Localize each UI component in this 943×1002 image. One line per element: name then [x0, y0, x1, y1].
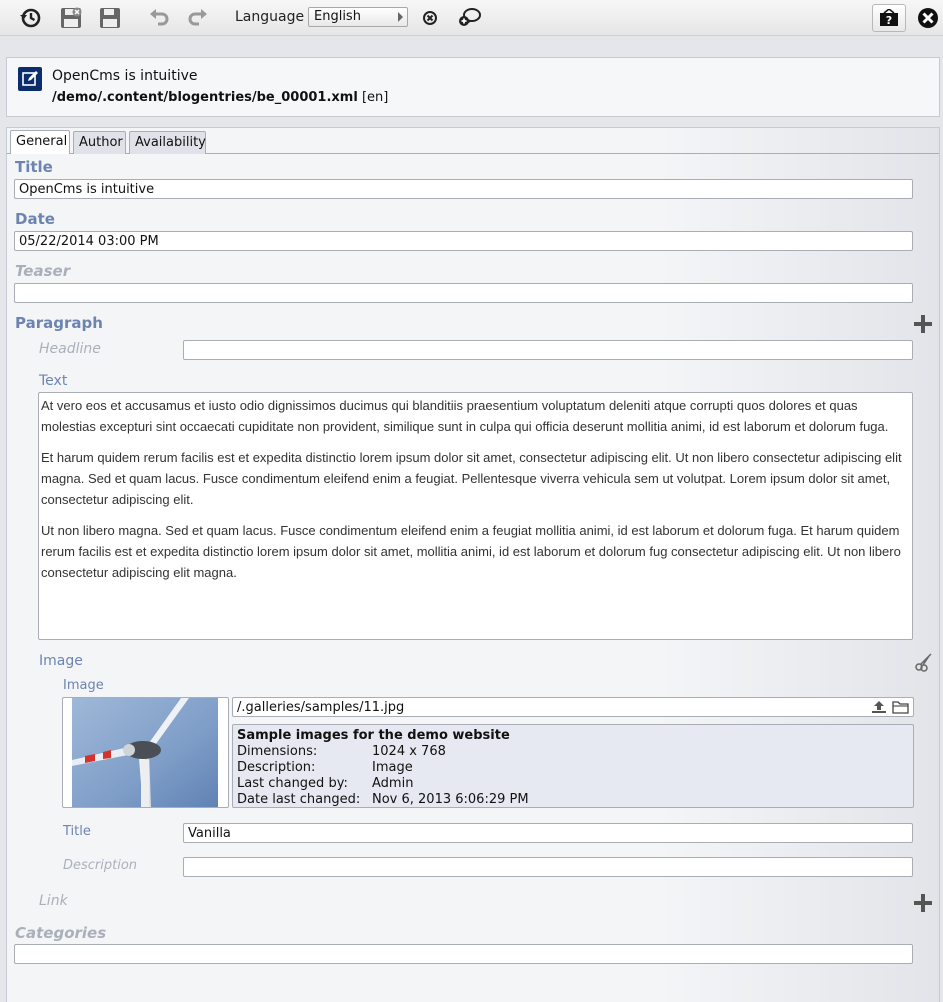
- image-info-heading: Sample images for the demo website: [237, 728, 510, 743]
- history-icon[interactable]: [17, 4, 45, 32]
- resource-path: /demo/.content/blogentries/be_00001.xml …: [52, 90, 388, 105]
- image-info-panel: Sample images for the demo website Dimen…: [232, 724, 914, 808]
- info-value: 1024 x 768: [372, 744, 446, 759]
- wind-turbine-image: [72, 698, 218, 807]
- add-paragraph-icon[interactable]: [914, 315, 932, 333]
- folder-icon[interactable]: [892, 700, 909, 718]
- image-group-label: Image: [39, 653, 83, 669]
- info-value: Image: [372, 760, 413, 775]
- help-button[interactable]: ?: [872, 4, 906, 32]
- image-description-input[interactable]: [183, 857, 913, 877]
- resource-path-value: /demo/.content/blogentries/be_00001.xml: [52, 90, 358, 105]
- chevron-right-icon: [398, 12, 403, 22]
- text-editor[interactable]: At vero eos et accusamus et iusto odio d…: [38, 392, 913, 640]
- image-info-row: Dimensions: 1024 x 768: [237, 744, 909, 760]
- info-value: Nov 6, 2013 6:06:29 PM: [372, 792, 529, 807]
- resource-locale: [en]: [361, 90, 389, 105]
- close-icon[interactable]: [914, 4, 942, 32]
- title-label: Title: [15, 158, 53, 176]
- image-path-value: /.galleries/samples/11.jpg: [237, 700, 405, 715]
- headline-label: Headline: [39, 341, 101, 357]
- info-key: Description:: [237, 760, 316, 775]
- svg-text:?: ?: [886, 14, 892, 27]
- resource-title: OpenCms is intuitive: [52, 68, 198, 84]
- paragraph-label: Paragraph: [15, 314, 103, 332]
- image-info-row: Description: Image: [237, 760, 909, 776]
- image-thumbnail[interactable]: [62, 697, 229, 808]
- cut-icon[interactable]: [914, 652, 934, 676]
- image-title-label: Title: [63, 824, 91, 839]
- tab-availability[interactable]: Availability: [129, 131, 206, 154]
- title-input[interactable]: OpenCms is intuitive: [14, 179, 913, 199]
- link-label: Link: [39, 893, 68, 909]
- text-paragraph: Ut non libero magna. Sed et quam lacus. …: [41, 523, 901, 580]
- save-exit-icon[interactable]: [57, 4, 85, 32]
- info-key: Dimensions:: [237, 744, 318, 759]
- copy-locale-icon[interactable]: [455, 4, 483, 32]
- text-paragraph: At vero eos et accusamus et iusto odio d…: [41, 398, 889, 434]
- add-link-icon[interactable]: [914, 894, 932, 912]
- text-paragraph: Et harum quidem rerum facilis est et exp…: [41, 450, 902, 507]
- language-select[interactable]: English: [308, 7, 408, 27]
- image-description-label: Description: [63, 858, 138, 873]
- tab-general[interactable]: General: [10, 130, 70, 154]
- content-editor: General Author Availability Title OpenCm…: [6, 127, 940, 1002]
- teaser-label: Teaser: [15, 262, 71, 280]
- upload-icon[interactable]: [871, 700, 887, 718]
- info-value: Admin: [372, 776, 414, 791]
- image-info-row: Last changed by: Admin: [237, 776, 909, 792]
- tab-author[interactable]: Author: [73, 131, 126, 154]
- image-info-row: Date last changed: Nov 6, 2013 6:06:29 PM: [237, 792, 909, 808]
- text-label: Text: [39, 373, 68, 389]
- image-title-input[interactable]: Vanilla: [183, 823, 913, 843]
- date-label: Date: [15, 210, 55, 228]
- redo-icon[interactable]: [184, 4, 212, 32]
- info-key: Last changed by:: [237, 776, 348, 791]
- resource-header: OpenCms is intuitive /demo/.content/blog…: [6, 57, 940, 117]
- categories-input[interactable]: [14, 944, 913, 964]
- help-icon: ?: [880, 9, 898, 27]
- image-label: Image: [63, 678, 104, 693]
- language-label: Language: [235, 9, 305, 25]
- info-key: Date last changed:: [237, 792, 361, 807]
- delete-locale-icon[interactable]: [416, 4, 444, 32]
- teaser-input[interactable]: [14, 283, 913, 303]
- headline-input[interactable]: [183, 340, 913, 360]
- undo-icon[interactable]: [145, 4, 173, 32]
- image-path-input[interactable]: /.galleries/samples/11.jpg: [232, 697, 914, 717]
- save-icon[interactable]: [96, 4, 124, 32]
- date-input[interactable]: 05/22/2014 03:00 PM: [14, 231, 913, 251]
- edit-icon: [18, 67, 42, 91]
- categories-label: Categories: [15, 924, 107, 942]
- toolbar: Language English ?: [0, 0, 943, 36]
- language-select-value: English: [314, 9, 361, 24]
